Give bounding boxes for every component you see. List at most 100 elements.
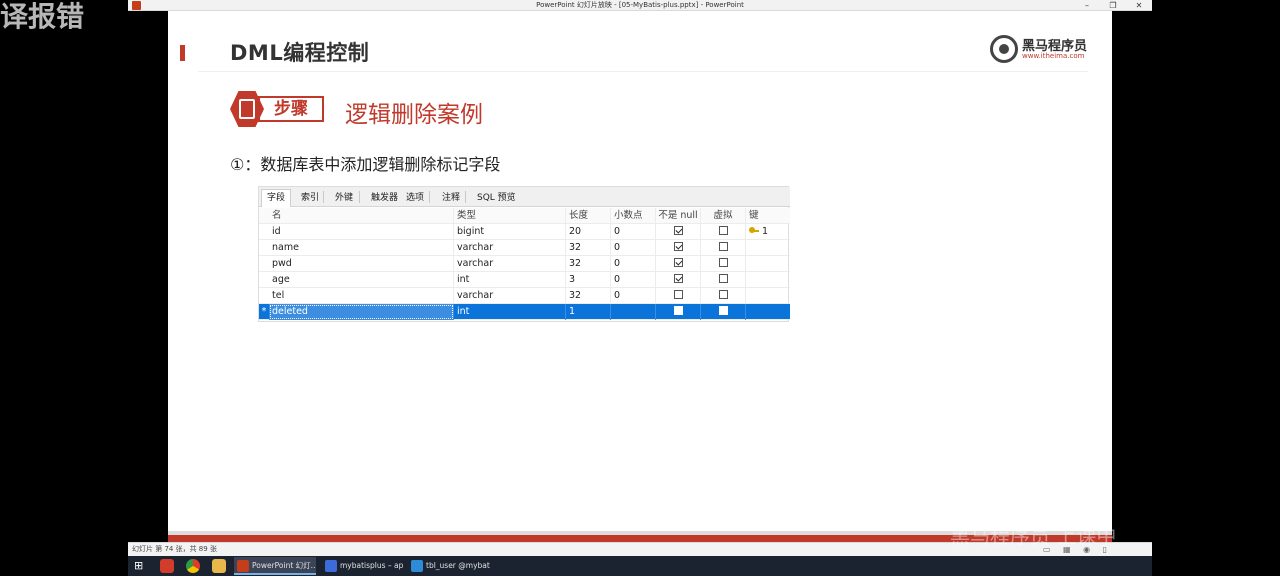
col-header-name[interactable]: 名 (269, 208, 454, 224)
field-length-cell[interactable]: 32 (566, 240, 611, 256)
title-accent (180, 45, 185, 61)
tab-foreign-keys[interactable]: 外键 (329, 189, 359, 207)
fields-grid: 名 类型 长度 小数点 不是 null 虚拟 键 id bigint 20 0 1 na… (259, 208, 790, 320)
marker-header (259, 208, 269, 224)
field-name-cell[interactable]: name (269, 240, 454, 256)
taskbar-app-icon (325, 560, 337, 572)
col-header-length[interactable]: 长度 (566, 208, 611, 224)
logo-text-en: www.itheima.com (1022, 52, 1085, 60)
field-type-cell[interactable]: bigint (454, 224, 566, 240)
tab-fields[interactable]: 字段 (261, 189, 292, 207)
field-name-cell[interactable]: pwd (269, 256, 454, 272)
taskbar-item-label: mybatisplus – ap... (340, 561, 404, 570)
taskbar: ⊞ PowerPoint 幻灯... mybatisplus – ap... tbl… (128, 556, 1152, 576)
not-null-checkbox[interactable] (673, 306, 683, 315)
key-order: 1 (762, 226, 769, 237)
table-row[interactable]: age int 3 0 (259, 272, 790, 288)
file-explorer-icon[interactable] (212, 559, 226, 573)
virtual-cell (701, 256, 746, 272)
tab-comments[interactable]: 注释 (436, 189, 466, 207)
key-cell[interactable] (746, 304, 790, 320)
minimize-button[interactable]: – (1074, 0, 1100, 11)
field-type-cell[interactable]: varchar (454, 288, 566, 304)
slide[interactable]: DML编程控制 黑马程序员 www.itheima.com 步骤 逻辑删除案例 … (168, 11, 1112, 542)
not-null-cell (656, 272, 701, 288)
row-marker: * (261, 306, 267, 317)
field-length-cell[interactable]: 32 (566, 288, 611, 304)
field-type-cell[interactable]: int (454, 304, 566, 320)
tab-separator (465, 191, 466, 203)
field-decimal-cell[interactable] (611, 304, 656, 320)
tab-sql-preview[interactable]: SQL 预览 (471, 189, 522, 207)
table-row[interactable]: name varchar 32 0 (259, 240, 790, 256)
virtual-cell (701, 288, 746, 304)
brand-logo: 黑马程序员 www.itheima.com (990, 35, 1090, 65)
taskbar-item[interactable]: tbl_user @mybati... (408, 557, 490, 575)
field-length-cell[interactable]: 32 (566, 256, 611, 272)
not-null-checkbox[interactable] (673, 290, 683, 299)
tab-options[interactable]: 选项 (400, 189, 430, 207)
windows-start-icon[interactable]: ⊞ (134, 560, 146, 572)
col-header-decimal[interactable]: 小数点 (611, 208, 656, 224)
step-description: ①：数据库表中添加逻辑删除标记字段 (230, 155, 501, 174)
virtual-checkbox[interactable] (718, 258, 728, 267)
overlay-watermark-right: 黑马程序员 上课中 (950, 524, 1117, 548)
chrome-icon[interactable] (186, 559, 200, 573)
slide-area: DML编程控制 黑马程序员 www.itheima.com 步骤 逻辑删除案例 … (128, 11, 1152, 542)
field-name-cell[interactable]: deleted (269, 304, 454, 320)
virtual-checkbox[interactable] (718, 306, 728, 315)
field-name-cell[interactable]: tel (269, 288, 454, 304)
virtual-checkbox[interactable] (718, 226, 728, 235)
field-decimal-cell[interactable]: 0 (611, 272, 656, 288)
field-decimal-cell[interactable]: 0 (611, 256, 656, 272)
tab-separator (429, 191, 430, 203)
not-null-checkbox[interactable] (673, 242, 683, 251)
field-name-cell[interactable]: id (269, 224, 454, 240)
field-length-cell[interactable]: 20 (566, 224, 611, 240)
taskbar-item-label: tbl_user @mybati... (426, 561, 490, 570)
virtual-checkbox[interactable] (718, 274, 728, 283)
col-header-virtual[interactable]: 虚拟 (701, 208, 746, 224)
field-length-cell[interactable]: 3 (566, 272, 611, 288)
not-null-checkbox[interactable] (673, 274, 683, 283)
mouse-cursor-icon (427, 342, 433, 350)
field-name-cell[interactable]: age (269, 272, 454, 288)
key-cell[interactable]: 1 (746, 224, 790, 240)
table-row[interactable]: id bigint 20 0 1 (259, 224, 790, 240)
field-type-cell[interactable]: varchar (454, 256, 566, 272)
taskbar-item[interactable]: mybatisplus – ap... (322, 557, 404, 575)
virtual-cell (701, 240, 746, 256)
tab-separator (323, 191, 324, 203)
field-length-cell[interactable]: 1 (566, 304, 611, 320)
case-title: 逻辑删除案例 (345, 102, 483, 128)
field-decimal-cell[interactable]: 0 (611, 224, 656, 240)
key-cell[interactable] (746, 240, 790, 256)
key-cell[interactable] (746, 256, 790, 272)
close-button[interactable]: ✕ (1126, 0, 1152, 11)
slide-counter: 幻灯片 第 74 张，共 89 张 (132, 545, 217, 553)
taskbar-item[interactable]: PowerPoint 幻灯... (234, 557, 316, 575)
app-icon[interactable] (160, 559, 174, 573)
key-cell[interactable] (746, 272, 790, 288)
powerpoint-window: PowerPoint 幻灯片放映 - [05-MyBatis-plus.pptx… (128, 0, 1152, 556)
not-null-checkbox[interactable] (673, 226, 683, 235)
col-header-type[interactable]: 类型 (454, 208, 566, 224)
table-row[interactable]: pwd varchar 32 0 (259, 256, 790, 272)
key-cell[interactable] (746, 288, 790, 304)
field-decimal-cell[interactable]: 0 (611, 288, 656, 304)
tab-triggers[interactable]: 触发器 (365, 189, 404, 207)
restore-button[interactable]: ❐ (1100, 0, 1126, 11)
virtual-checkbox[interactable] (718, 242, 728, 251)
virtual-checkbox[interactable] (718, 290, 728, 299)
col-header-key[interactable]: 键 (746, 208, 790, 224)
table-row[interactable]: tel varchar 32 0 (259, 288, 790, 304)
col-header-not-null[interactable]: 不是 null (656, 208, 701, 224)
tab-indexes[interactable]: 索引 (295, 189, 325, 207)
field-decimal-cell[interactable]: 0 (611, 240, 656, 256)
field-type-cell[interactable]: varchar (454, 240, 566, 256)
field-type-cell[interactable]: int (454, 272, 566, 288)
grid-header: 名 类型 长度 小数点 不是 null 虚拟 键 (259, 208, 790, 224)
table-row[interactable]: * deleted int 1 (259, 304, 790, 320)
not-null-cell (656, 256, 701, 272)
not-null-checkbox[interactable] (673, 258, 683, 267)
